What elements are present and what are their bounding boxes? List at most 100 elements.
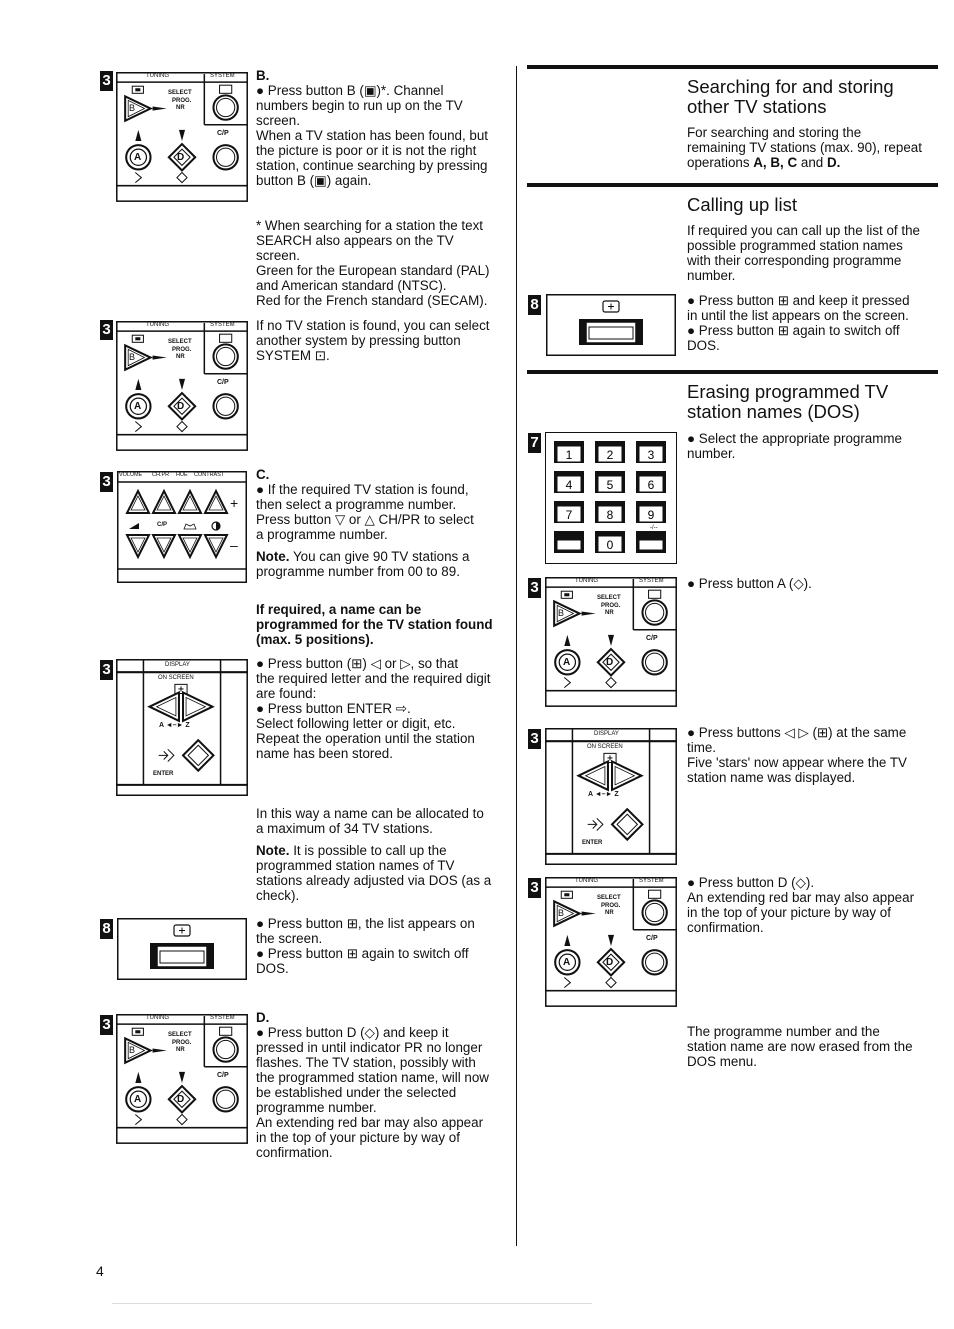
cp-label: C/P [646, 635, 658, 642]
text-line: It is possible to call up the [289, 843, 447, 858]
dos-list-panel-diagram [116, 918, 248, 980]
display-label: DISPLAY [165, 662, 190, 668]
select-label: SELECT [168, 339, 192, 345]
nr-label: NR [605, 610, 614, 616]
system-label: SYSTEM [210, 73, 235, 79]
text-line: a maximum of 34 TV stations. [256, 821, 433, 836]
enter-label: ENTER [153, 771, 174, 777]
volume-panel-diagram: VOLUME CH.PR HUE CONTRAST C/P + – [116, 471, 248, 583]
text-line: Red for the French standard (SECAM). [256, 293, 488, 308]
text-line: confirmation. [256, 1145, 333, 1160]
title-line: station names (DOS) [687, 401, 860, 422]
keypad-grid: 1 2 3 4 5 6 7 8 9 0 [546, 433, 676, 567]
text-line: number. [687, 446, 736, 461]
button-a-label: A [563, 957, 571, 968]
dos-list-panel-diagram [545, 294, 677, 356]
step-badge: 3 [100, 660, 113, 680]
text-line: programme number. [256, 1100, 377, 1115]
text-span: and [797, 155, 827, 170]
keypad-key-label: 3 [648, 448, 655, 462]
tuning-label: TUNING [146, 73, 169, 79]
keypad-key-label: 0 [607, 538, 614, 552]
tuning-panel-diagram: TUNING SYSTEM SELECT PROG. NR C/P B A D [115, 1013, 249, 1149]
a-to-z-label: A ◄–► Z [159, 722, 190, 729]
button-a-label: A [563, 657, 571, 668]
contrast-label: CONTRAST [194, 472, 225, 478]
system-label: SYSTEM [639, 578, 664, 584]
text-line: ● Press button ⊞ again to switch off [687, 323, 900, 338]
a-to-z-label: A ◄–► Z [588, 791, 619, 798]
keypad-key-label: 9 [648, 508, 655, 522]
text-line: If required, a name can be [256, 602, 422, 617]
calling-steps: ● Press button ⊞ and keep it pressed in … [687, 293, 942, 353]
text-line: screen. [256, 248, 300, 263]
text-line: In this way a name can be allocated to [256, 806, 484, 821]
keypad-key-6: 6 [636, 471, 666, 493]
text-line: number. [687, 268, 736, 283]
title-line: Erasing programmed TV [687, 381, 889, 402]
tuning-label: TUNING [146, 1015, 169, 1021]
button-a-label: A [134, 152, 142, 163]
text-line: programmed station names of TV [256, 858, 455, 873]
text-span: A, B, C [753, 155, 798, 170]
text-line: the programmed station name, will now [256, 1070, 489, 1085]
text-line: Green for the European standard (PAL) [256, 263, 490, 278]
step-d-text: D. ● Press button D (◇) and keep it pres… [256, 1010, 511, 1160]
tuning-panel-diagram: TUNING SYSTEM SELECT PROG. NR C/P B A D [115, 320, 249, 456]
step-badge: 3 [528, 578, 541, 598]
text-line: numbers begin to run up on the TV [256, 98, 463, 113]
text-line: Select following letter or digit, etc. [256, 716, 456, 731]
text-line: Repeat the operation until the station [256, 731, 475, 746]
calling-body: If required you can call up the list of … [687, 223, 942, 283]
keypad-key-4: 4 [554, 471, 584, 493]
display-panel-diagram: DISPLAY ON SCREEN A ◄–► Z ENTER [115, 657, 249, 797]
step-b-heading: B. [256, 68, 270, 83]
system-label: SYSTEM [639, 878, 664, 884]
text-line: SEARCH also appears on the TV [256, 233, 454, 248]
cp-label: C/P [157, 522, 168, 528]
erasing-title: Erasing programmed TV station names (DOS… [687, 382, 937, 422]
text-span: D. [826, 155, 841, 170]
tuning-label: TUNING [575, 878, 598, 884]
button-d-label: D [177, 401, 185, 412]
cp-label: C/P [217, 1072, 229, 1079]
text-line: station, continue searching by pressing [256, 158, 488, 173]
text-line: and American standard (NTSC). [256, 278, 447, 293]
text-line: ● Select the appropriate programme [687, 431, 903, 446]
keypad-key-5: 5 [595, 471, 625, 493]
keypad-key-blank-11 [636, 531, 666, 553]
text-line: stations already adjusted via DOS (as a [256, 873, 492, 888]
text-line: the screen. [256, 931, 323, 946]
text-line: ● Press button ENTER ⇨. [256, 701, 411, 716]
name-steps-text: ● Press button (⊞) ◁ or ▷, so that the r… [256, 656, 511, 761]
text-line: For searching and storing the [687, 125, 862, 140]
text-line: ● Press buttons ◁ ▷ (⊞) at the same [687, 725, 907, 740]
button-d-label: D [606, 957, 614, 968]
nr-label: NR [605, 910, 614, 916]
select-label: SELECT [168, 90, 192, 96]
keypad-key-9: 9 [636, 501, 666, 523]
cp-label: C/P [646, 935, 658, 942]
keypad-key-1: 1 [554, 441, 584, 463]
text-line: time. [687, 740, 717, 755]
text-line: (max. 5 positions). [256, 632, 374, 647]
prog-label: PROG. [172, 1040, 192, 1046]
text-line: SYSTEM ⊡. [256, 348, 330, 363]
text-line: When a TV station has been found, but [256, 128, 489, 143]
nr-label: NR [176, 354, 185, 360]
text-line: An extending red bar may also appear [687, 890, 915, 905]
text-line: station name are now erased from the [687, 1039, 913, 1054]
volume-label: VOLUME [119, 472, 143, 478]
note-label: Note. [256, 549, 290, 564]
button-d-label: D [177, 152, 185, 163]
prog-label: PROG. [601, 903, 621, 909]
text-span: operations [687, 155, 754, 170]
keypad-key-8: 8 [595, 501, 625, 523]
keypad-key-label: 7 [566, 508, 573, 522]
text-line: remaining TV stations (max. 90), repeat [687, 140, 922, 155]
text-line: programme number from 00 to 89. [256, 564, 460, 579]
text-line: If no TV station is found, you can selec… [256, 318, 490, 333]
erasing-select: ● Select the appropriate programme numbe… [687, 431, 942, 461]
text-line: in the top of your picture by way of [256, 1130, 460, 1145]
title-line: other TV stations [687, 96, 827, 117]
